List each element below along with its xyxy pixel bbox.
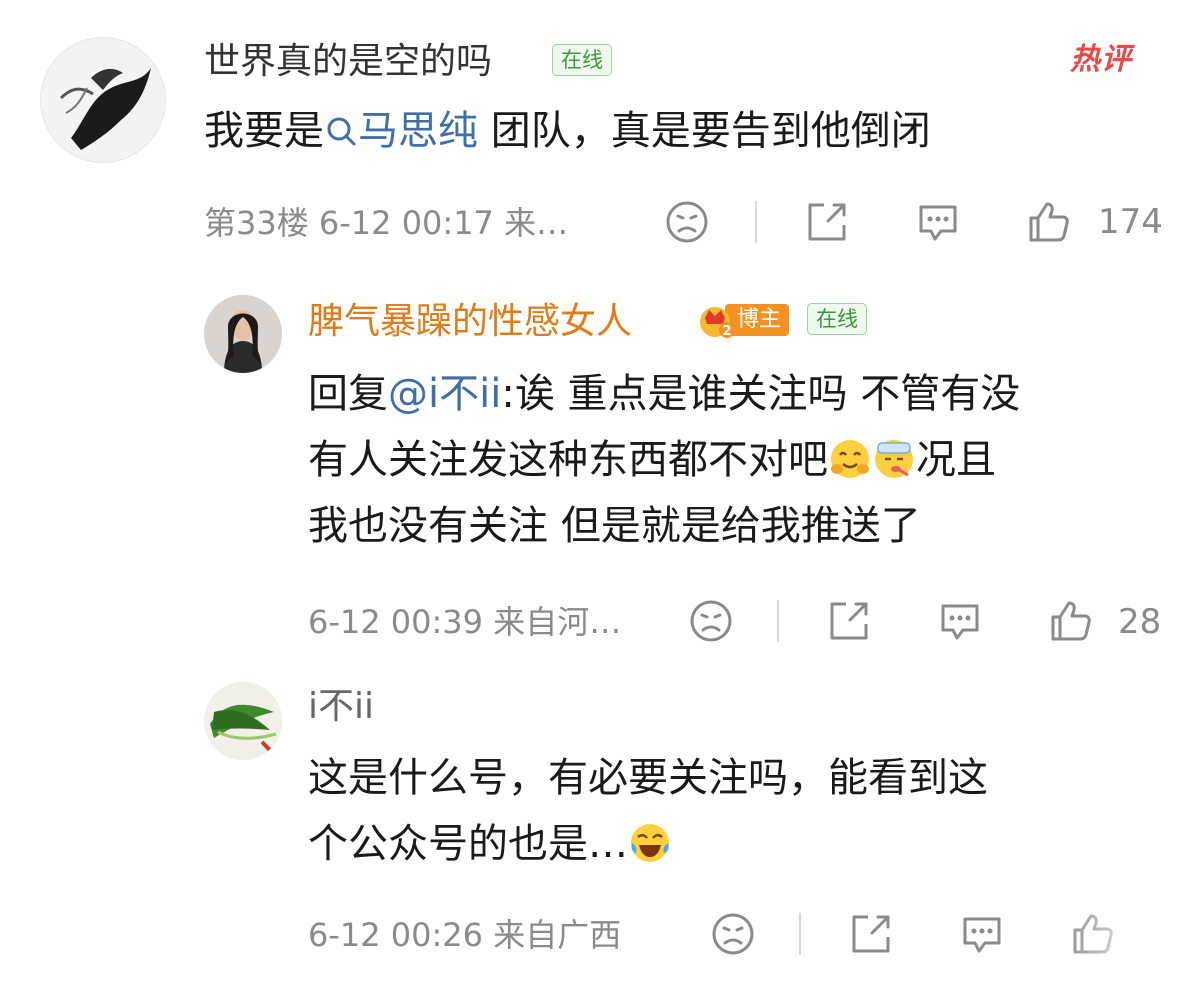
comment-text: 我要是 马思纯 团队，真是要告到他倒闭 [204,108,931,154]
online-badge: 在线 [807,303,867,335]
mention-link[interactable]: @i不ii [388,371,501,417]
blogger-badge: 2 博主 [697,300,797,340]
reply-username[interactable]: i不ii [308,685,374,729]
action-divider [799,913,801,955]
search-icon [327,117,356,146]
dislike-face-icon[interactable] [710,911,756,957]
svg-text:2: 2 [722,324,731,339]
reply-text: 回复@i不ii:诶 重点是谁关注吗 不管有没 有人关注发这种东西都不对吧 况且 我… [308,371,1021,549]
laugh-cry-emoji-icon [631,824,669,862]
action-divider [777,600,779,642]
comment-icon[interactable] [915,199,961,245]
avatar[interactable] [40,37,166,163]
woman-avatar-image [204,295,282,373]
share-icon[interactable] [848,911,894,957]
raven-avatar-image [59,68,151,150]
comment-username[interactable]: 世界真的是空的吗 [204,40,492,84]
reply-text: 这是什么号，有必要关注吗，能看到这 个公众号的也是… [308,755,988,867]
comment-icon[interactable] [959,911,1005,957]
comment-icon[interactable] [937,598,983,644]
crown-icon: 2 [700,307,735,339]
like-count: 28 [1118,602,1162,642]
avatar[interactable] [204,295,282,373]
like-count: 174 [1098,202,1163,242]
avatar[interactable] [204,682,282,760]
share-icon[interactable] [804,199,850,245]
bottom-fade [1060,900,1200,981]
sick-emoji-icon [875,440,913,478]
hug-emoji-icon [831,440,869,478]
action-divider [755,201,757,243]
share-icon[interactable] [826,598,872,644]
dislike-face-icon[interactable] [664,199,710,245]
online-badge: 在线 [552,44,612,76]
hot-comment-label: 热评 [1070,42,1132,77]
reply-meta: 6-12 00:39 来自河… [308,603,622,641]
comment-meta: 第33楼 6-12 00:17 来… [204,204,569,242]
dislike-face-icon[interactable] [688,598,734,644]
thumbs-up-icon[interactable] [1025,198,1071,244]
thumbs-up-icon[interactable] [1047,597,1093,643]
vegetable-avatar-image [204,682,282,760]
reply-username[interactable]: 脾气暴躁的性感女人 [308,300,632,344]
reply-meta: 6-12 00:26 来自广西 [308,916,622,954]
topic-link[interactable]: 马思纯 [324,108,478,154]
